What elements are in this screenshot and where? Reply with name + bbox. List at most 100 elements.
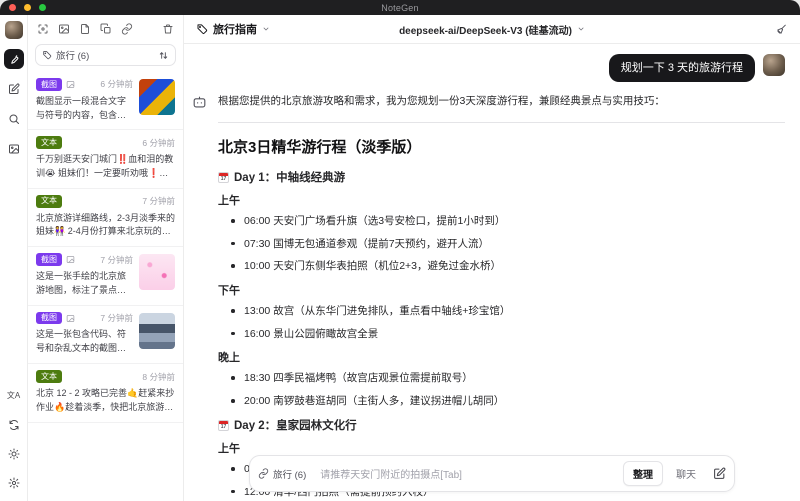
itinerary-title: 北京3日精华游行程（淡季版） xyxy=(218,139,422,157)
chevron-down-icon xyxy=(578,27,584,31)
note-card[interactable]: 截图 6 分钟前 截图显示一段混合文字与符号的内容，包含多行无序排列的字母、数字… xyxy=(28,72,183,131)
note-time: 7 分钟前 xyxy=(142,196,175,207)
clear-chat-button[interactable] xyxy=(775,23,788,36)
search-icon xyxy=(9,114,19,124)
note-text: 这是一张包含代码、符号和杂乱文本的截图，内容难以辨识，似乎涉及技术... xyxy=(36,329,127,354)
assistant-message-row: 根据您提供的北京旅游攻略和需求，我为您规划一份3天深度游行程，兼顾经典景点与实用… xyxy=(192,94,785,501)
nav-write-button[interactable] xyxy=(4,79,24,99)
itinerary-item: 13:00 故宫（从东华门进免排队，重点看中轴线+珍宝馆） xyxy=(218,304,785,318)
organize-button[interactable]: 整理 xyxy=(623,461,663,486)
settings-button[interactable] xyxy=(4,473,24,493)
note-card[interactable]: 截图 7 分钟前 这是一张手绘的北京旅游地图，标注了景点、交通方式和门票价格，如… xyxy=(28,247,183,306)
model-name: deepseek-ai/DeepSeek-V3 (硅基流动) xyxy=(399,25,572,37)
chat-mode-button[interactable]: 聊天 xyxy=(669,462,703,485)
note-type-badge: 文本 xyxy=(36,370,62,383)
note-text: 千万别逛天安门城门‼️血和泪的教训😭 姐妹们！一定要听劝哦❗除非是预约了参观天安… xyxy=(36,154,174,178)
itinerary-item: 10:00 天安门东侧华表拍照（机位2+3，避免过金水桥） xyxy=(218,259,785,273)
chat-scroll-area[interactable]: 规划一下 3 天的旅游行程 根据您提供的北京旅游攻略和需求，我为您规划一份3天深… xyxy=(184,44,800,501)
compose-icon xyxy=(714,467,726,479)
rail-bottom: 文A xyxy=(4,377,24,493)
bot-icon xyxy=(193,96,206,108)
calendar-emoji xyxy=(218,419,229,431)
note-text: 北京旅游详细路线，2-3月淡季来的姐妹👭 2-4月份打算来北京玩的宝子 不用再翻… xyxy=(36,212,175,237)
capture-icon[interactable] xyxy=(37,23,49,35)
nav-record-button[interactable] xyxy=(3,49,24,69)
note-type-badge: 截图 xyxy=(36,78,62,91)
nav-gallery-button[interactable] xyxy=(4,139,24,159)
image-icon xyxy=(66,314,75,322)
tag-icon xyxy=(197,24,208,34)
copy-icon[interactable] xyxy=(100,23,112,35)
note-type-badge: 截图 xyxy=(36,311,62,325)
itinerary-item: 16:00 景山公园俯瞰故宫全景 xyxy=(218,327,785,341)
note-type-badge: 文本 xyxy=(36,194,62,208)
user-avatar xyxy=(763,54,785,76)
titlebar: NoteGen xyxy=(0,0,800,15)
note-text: 北京 12 - 2 攻略已完善🤙赶紧来抄作业🔥趁着淡季，快把北京旅游攻略重新整理… xyxy=(36,387,175,412)
user-message-row: 规划一下 3 天的旅游行程 xyxy=(192,54,785,83)
app-title: NoteGen xyxy=(381,2,419,13)
note-card[interactable]: 截图 7 分钟前 这是一张包含代码、符号和杂乱文本的截图，内容难以辨识，似乎涉及… xyxy=(28,306,183,365)
link-icon[interactable] xyxy=(121,22,133,35)
note-card[interactable]: 文本 8 分钟前 北京 12 - 2 攻略已完善🤙赶紧来抄作业🔥趁着淡季，快把北… xyxy=(28,364,183,423)
broom-icon xyxy=(777,24,786,34)
translate-button[interactable]: 文A xyxy=(4,386,24,406)
model-select[interactable]: deepseek-ai/DeepSeek-V3 (硅基流动) xyxy=(399,22,585,37)
notes-list: 截图 6 分钟前 截图显示一段混合文字与符号的内容，包含多行无序排列的字母、数字… xyxy=(28,72,183,501)
sync-icon xyxy=(9,420,18,430)
image-icon xyxy=(66,256,75,264)
trash-icon[interactable] xyxy=(162,23,174,35)
note-thumbnail xyxy=(139,254,175,291)
composer-scope[interactable]: 旅行 (6) xyxy=(258,467,306,481)
sun-icon xyxy=(8,448,19,460)
tag-icon xyxy=(43,51,52,60)
calendar-emoji xyxy=(218,171,229,183)
notes-toolbar xyxy=(28,15,183,42)
note-time: 6 分钟前 xyxy=(142,137,175,148)
compose-icon xyxy=(8,83,20,94)
composer: 旅行 (6) 请推荐天安门附近的拍摄点[Tab] 整理 聊天 xyxy=(249,455,735,492)
send-button[interactable] xyxy=(713,467,726,480)
left-rail: 文A xyxy=(0,15,28,501)
itinerary-item: 20:00 南锣鼓巷逛胡同（主街人多，建议拐进帽儿胡同） xyxy=(218,394,785,408)
image-icon[interactable] xyxy=(58,23,70,35)
itinerary-item: 06:00 天安门广场看升旗（选3号安检口，提前1小时到） xyxy=(218,214,785,228)
note-time: 6 分钟前 xyxy=(100,79,133,90)
assistant-intro: 根据您提供的北京旅游攻略和需求，我为您规划一份3天深度游行程，兼顾经典景点与实用… xyxy=(218,95,665,108)
note-time: 7 分钟前 xyxy=(100,254,133,265)
link-icon xyxy=(258,468,269,479)
nav-search-button[interactable] xyxy=(4,109,24,129)
section-label: 上午 xyxy=(218,195,240,208)
gear-icon xyxy=(8,477,19,489)
note-card[interactable]: 文本 6 分钟前 千万别逛天安门城门‼️血和泪的教训😭 姐妹们！一定要听劝哦❗除… xyxy=(28,130,183,189)
note-type-badge: 截图 xyxy=(36,253,62,266)
section-label: 晚上 xyxy=(218,352,240,365)
file-icon[interactable] xyxy=(79,23,91,35)
note-text: 截图显示一段混合文字与符号的内容，包含多行无序排列的字母、数字和符... xyxy=(36,95,127,120)
app-window: NoteGen 文A 旅行 (6) 截图 6 分钟前 截图显示一段混合文字与符号… xyxy=(0,0,800,501)
day-heading: Day 1：中轴线经典游 xyxy=(218,169,785,185)
note-time: 7 分钟前 xyxy=(100,313,133,324)
chat-input[interactable]: 请推荐天安门附近的拍摄点[Tab] xyxy=(320,466,617,481)
note-thumbnail xyxy=(139,79,175,115)
main-header: 旅行指南 deepseek-ai/DeepSeek-V3 (硅基流动) xyxy=(184,15,800,44)
sync-button[interactable] xyxy=(4,415,24,435)
day-heading: Day 2：皇家园林文化行 xyxy=(218,417,785,433)
note-text: 这是一张手绘的北京旅游地图，标注了景点、交通方式和门票价格，如天安... xyxy=(36,271,127,295)
image-icon xyxy=(66,80,75,88)
user-message-bubble: 规划一下 3 天的旅游行程 xyxy=(608,54,755,83)
theme-toggle-button[interactable] xyxy=(4,444,24,464)
chevron-down-icon xyxy=(263,27,269,31)
section-label: 上午 xyxy=(218,443,240,456)
section-label: 下午 xyxy=(218,285,240,298)
user-avatar[interactable] xyxy=(4,21,23,39)
note-card[interactable]: 文本 7 分钟前 北京旅游详细路线，2-3月淡季来的姐妹👭 2-4月份打算来北京… xyxy=(28,189,183,248)
highlighter-icon xyxy=(10,55,18,64)
tag-filter[interactable]: 旅行 (6) xyxy=(35,44,176,66)
note-title-select[interactable]: 旅行指南 xyxy=(196,21,270,37)
sort-icon[interactable] xyxy=(158,50,169,61)
note-title: 旅行指南 xyxy=(213,24,257,36)
note-thumbnail xyxy=(139,312,175,349)
translate-icon: 文A xyxy=(6,391,21,400)
note-type-badge: 文本 xyxy=(36,136,62,150)
